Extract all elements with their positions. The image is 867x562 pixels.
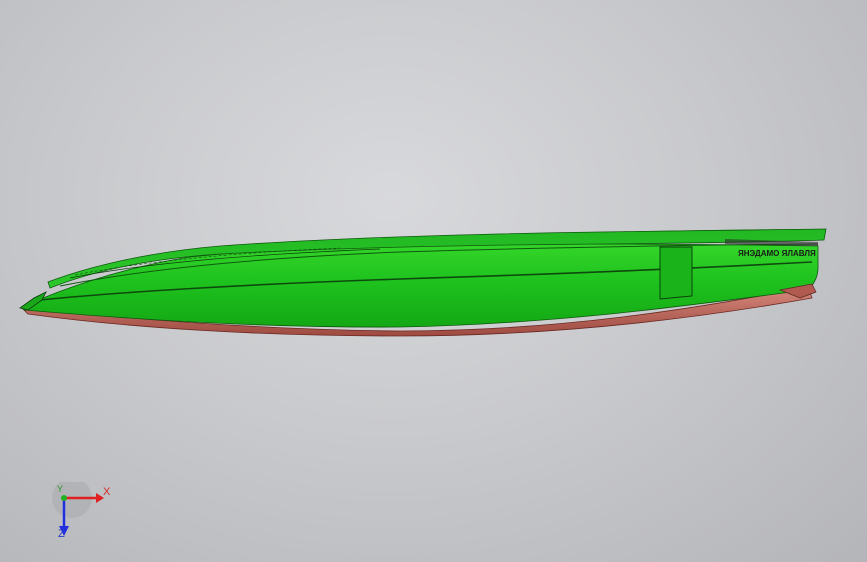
- axis-x-label: X: [103, 486, 111, 498]
- stern-graphic-text: ЯНЭДАМО ЯЛАВЛЯ: [738, 249, 816, 258]
- axis-triad: X Y Z: [40, 478, 120, 552]
- axis-z-label: Z: [58, 528, 65, 540]
- axis-y-label: Y: [57, 484, 64, 494]
- y-axis-icon: [61, 495, 67, 501]
- stern-panel[interactable]: [659, 246, 693, 300]
- model-view[interactable]: ЯНЭДАМО ЯЛАВЛЯ: [0, 0, 867, 562]
- graphics-viewport[interactable]: ЯНЭДАМО ЯЛАВЛЯ X Y Z: [0, 0, 867, 562]
